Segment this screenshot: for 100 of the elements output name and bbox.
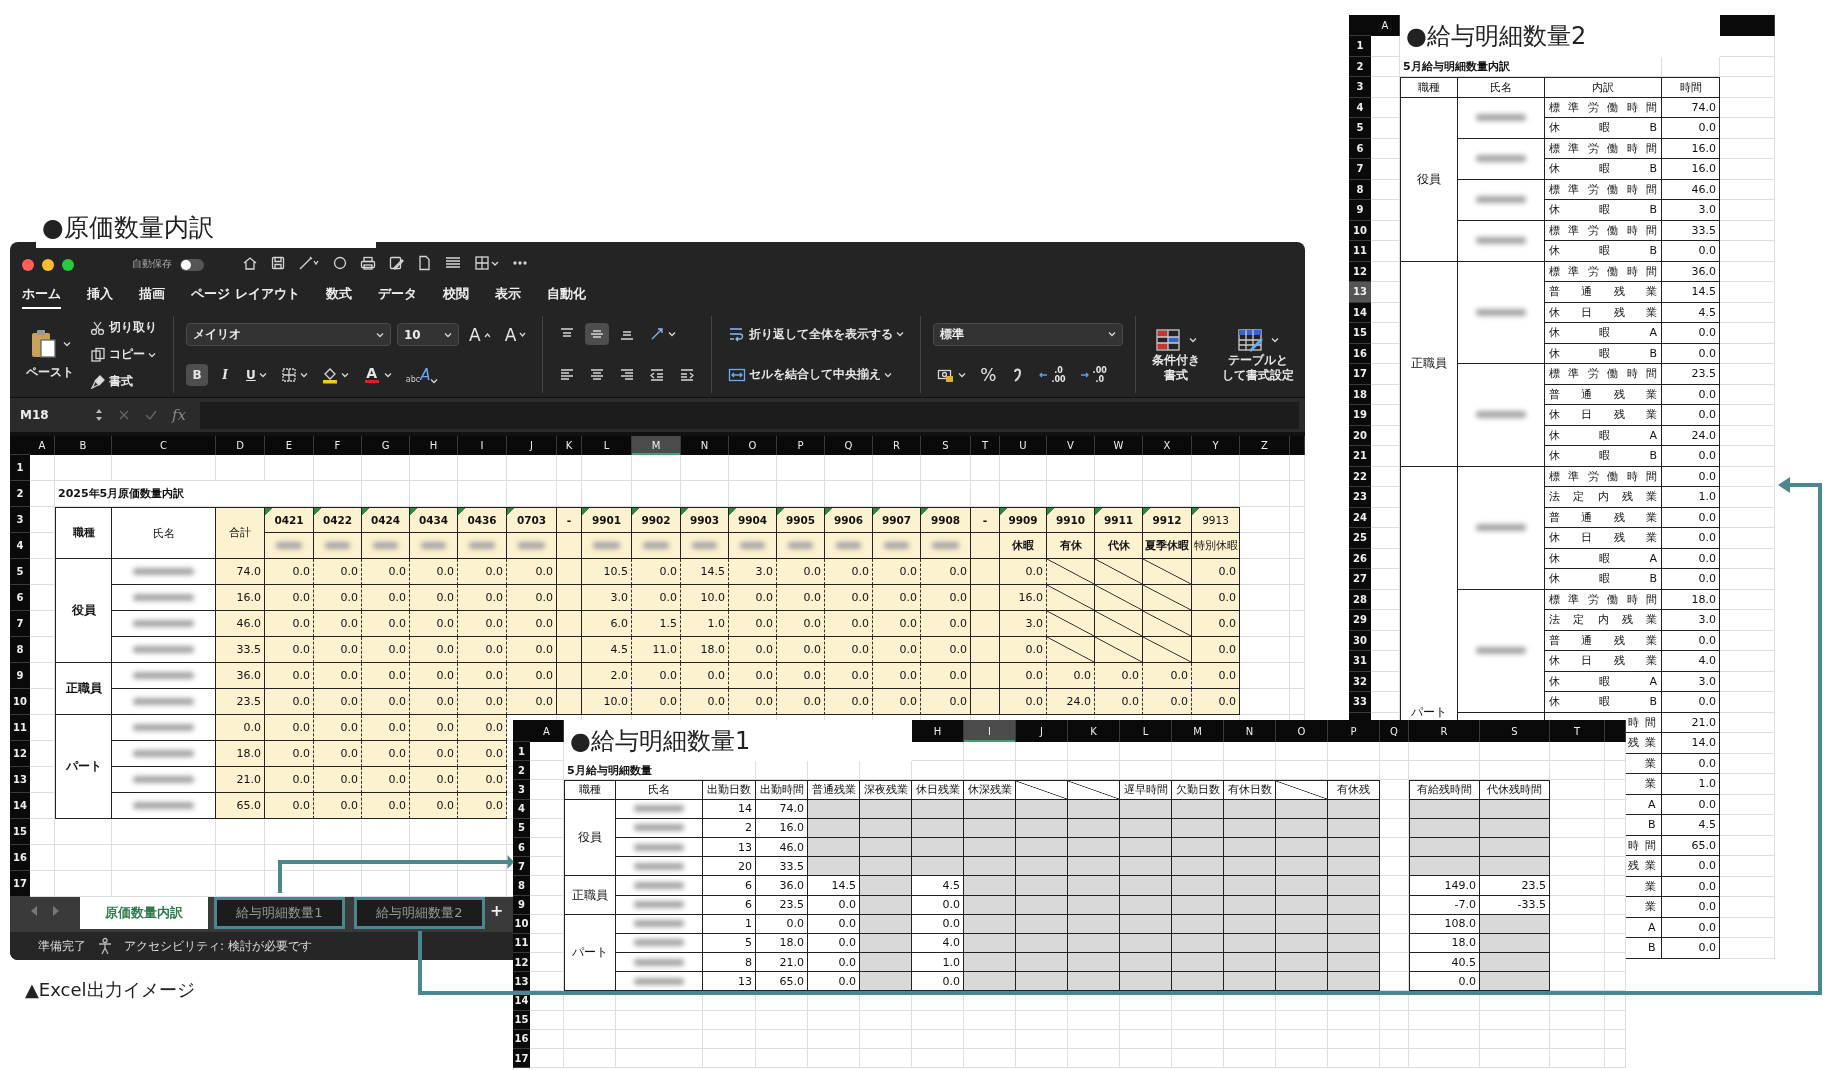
row-number[interactable]: 24 bbox=[1349, 507, 1371, 528]
grow-font-button[interactable]: A bbox=[465, 322, 495, 347]
menu-tab[interactable]: 描画 bbox=[139, 281, 165, 309]
column-header[interactable]: S bbox=[921, 436, 971, 455]
add-sheet-button[interactable]: + bbox=[488, 901, 506, 920]
row-number[interactable]: 1 bbox=[10, 455, 30, 481]
column-header[interactable]: B bbox=[55, 436, 112, 455]
row-number[interactable]: 14 bbox=[10, 793, 30, 819]
row-number[interactable]: 4 bbox=[10, 533, 30, 559]
row-number[interactable]: 21 bbox=[1349, 446, 1371, 467]
menu-tab[interactable]: 表示 bbox=[494, 281, 521, 309]
row-number[interactable]: 30 bbox=[1349, 630, 1371, 651]
row-number[interactable]: 11 bbox=[10, 715, 30, 741]
column-header[interactable]: H bbox=[410, 436, 458, 455]
row-number[interactable]: 22 bbox=[1349, 466, 1371, 487]
row-number[interactable]: 1 bbox=[1349, 36, 1371, 57]
column-header[interactable]: P bbox=[1328, 720, 1380, 742]
column-header[interactable]: E bbox=[265, 436, 314, 455]
row-number[interactable]: 15 bbox=[10, 819, 30, 845]
menu-tab[interactable]: 挿入 bbox=[87, 281, 113, 309]
font-dropdown[interactable]: メイリオ bbox=[186, 323, 391, 347]
column-header[interactable]: N bbox=[681, 436, 729, 455]
column-header[interactable]: Z bbox=[1240, 436, 1290, 455]
row-number[interactable]: 9 bbox=[10, 663, 30, 689]
row-number[interactable]: 17 bbox=[1349, 364, 1371, 385]
column-header[interactable]: R bbox=[873, 436, 921, 455]
sheet-tab[interactable]: 原価数量内訳 bbox=[80, 897, 208, 929]
underline-button[interactable]: U bbox=[242, 364, 271, 387]
menu-tab[interactable]: データ bbox=[377, 281, 417, 309]
menu-tab[interactable]: 校閲 bbox=[442, 281, 469, 309]
column-header[interactable]: K bbox=[557, 436, 582, 455]
menu-tab[interactable]: ホーム bbox=[22, 281, 61, 309]
column-header[interactable]: F bbox=[314, 436, 362, 455]
font-color-button[interactable]: A bbox=[358, 365, 396, 386]
column-header[interactable]: N bbox=[1224, 720, 1276, 742]
column-header[interactable]: M bbox=[632, 436, 681, 455]
column-header[interactable]: O bbox=[729, 436, 777, 455]
column-header[interactable]: A bbox=[530, 720, 564, 742]
row-number[interactable]: 3 bbox=[1349, 77, 1371, 98]
column-header[interactable]: P bbox=[777, 436, 825, 455]
row-number[interactable]: 7 bbox=[10, 611, 30, 637]
column-header[interactable]: T bbox=[1550, 720, 1605, 742]
italic-button[interactable]: I bbox=[214, 364, 236, 387]
menu-tab[interactable]: 自動化 bbox=[546, 281, 586, 309]
row-number[interactable]: 26 bbox=[1349, 548, 1371, 569]
row-number[interactable]: 13 bbox=[1349, 282, 1371, 303]
row-number[interactable]: 9 bbox=[1349, 200, 1371, 221]
row-number[interactable]: 31 bbox=[1349, 651, 1371, 672]
column-header[interactable]: S bbox=[1480, 720, 1550, 742]
row-number[interactable]: 32 bbox=[1349, 671, 1371, 692]
row-number[interactable]: 3 bbox=[10, 507, 30, 533]
row-number[interactable]: 7 bbox=[513, 857, 530, 877]
name-box[interactable]: M18 bbox=[20, 408, 80, 422]
row-number[interactable]: 8 bbox=[513, 876, 530, 896]
row-number[interactable]: 12 bbox=[513, 953, 530, 973]
row-number[interactable]: 5 bbox=[1349, 118, 1371, 139]
column-header[interactable]: L bbox=[1120, 720, 1172, 742]
format-painter-button[interactable]: 書式 bbox=[86, 371, 161, 392]
row-number[interactable]: 1 bbox=[513, 742, 530, 762]
column-header[interactable]: A bbox=[1371, 15, 1400, 36]
row-number[interactable]: 23 bbox=[1349, 487, 1371, 508]
column-header[interactable]: H bbox=[912, 720, 964, 742]
percent-button[interactable]: % bbox=[976, 362, 1001, 387]
column-header[interactable]: K bbox=[1068, 720, 1120, 742]
wrap-text-button[interactable]: 折り返して全体を表示する bbox=[724, 323, 909, 345]
row-number[interactable]: 25 bbox=[1349, 528, 1371, 549]
column-header[interactable]: G bbox=[362, 436, 410, 455]
decimal-decrease-button[interactable]: .00 .0 bbox=[1075, 363, 1111, 386]
cut-button[interactable]: 切り取り bbox=[86, 317, 161, 338]
column-header[interactable]: J bbox=[507, 436, 557, 455]
row-number[interactable]: 2 bbox=[10, 481, 30, 507]
row-number[interactable]: 17 bbox=[513, 1049, 530, 1069]
column-header[interactable]: T bbox=[971, 436, 1000, 455]
row-number[interactable]: 10 bbox=[10, 689, 30, 715]
row-number[interactable]: 13 bbox=[10, 767, 30, 793]
row-number[interactable]: 29 bbox=[1349, 610, 1371, 631]
column-header[interactable]: V bbox=[1047, 436, 1095, 455]
row-number[interactable]: 12 bbox=[1349, 261, 1371, 282]
number-format-dropdown[interactable]: 標準 bbox=[933, 322, 1124, 346]
row-number[interactable]: 16 bbox=[1349, 343, 1371, 364]
row-number[interactable]: 16 bbox=[10, 845, 30, 871]
column-header[interactable]: X bbox=[1143, 436, 1192, 455]
row-number[interactable]: 5 bbox=[10, 559, 30, 585]
sheet-tab[interactable]: 給与明細数量1 bbox=[214, 897, 345, 929]
row-number[interactable]: 8 bbox=[1349, 179, 1371, 200]
row-number[interactable]: 13 bbox=[513, 972, 530, 992]
column-header[interactable]: A bbox=[30, 436, 55, 455]
column-header[interactable]: I bbox=[458, 436, 507, 455]
decimal-increase-button[interactable]: .0 .00 bbox=[1034, 363, 1070, 386]
row-number[interactable]: 19 bbox=[1349, 405, 1371, 426]
phonetic-button[interactable]: abcA bbox=[401, 364, 443, 387]
column-header[interactable]: O bbox=[1276, 720, 1328, 742]
column-header[interactable]: R bbox=[1409, 720, 1480, 742]
column-header[interactable]: Q bbox=[1380, 720, 1409, 742]
column-header[interactable]: Q bbox=[825, 436, 873, 455]
row-number[interactable]: 3 bbox=[513, 780, 530, 800]
function-button[interactable]: fx bbox=[172, 406, 186, 424]
row-number[interactable]: 28 bbox=[1349, 589, 1371, 610]
row-number[interactable]: 27 bbox=[1349, 569, 1371, 590]
row-number[interactable]: 14 bbox=[1349, 302, 1371, 323]
